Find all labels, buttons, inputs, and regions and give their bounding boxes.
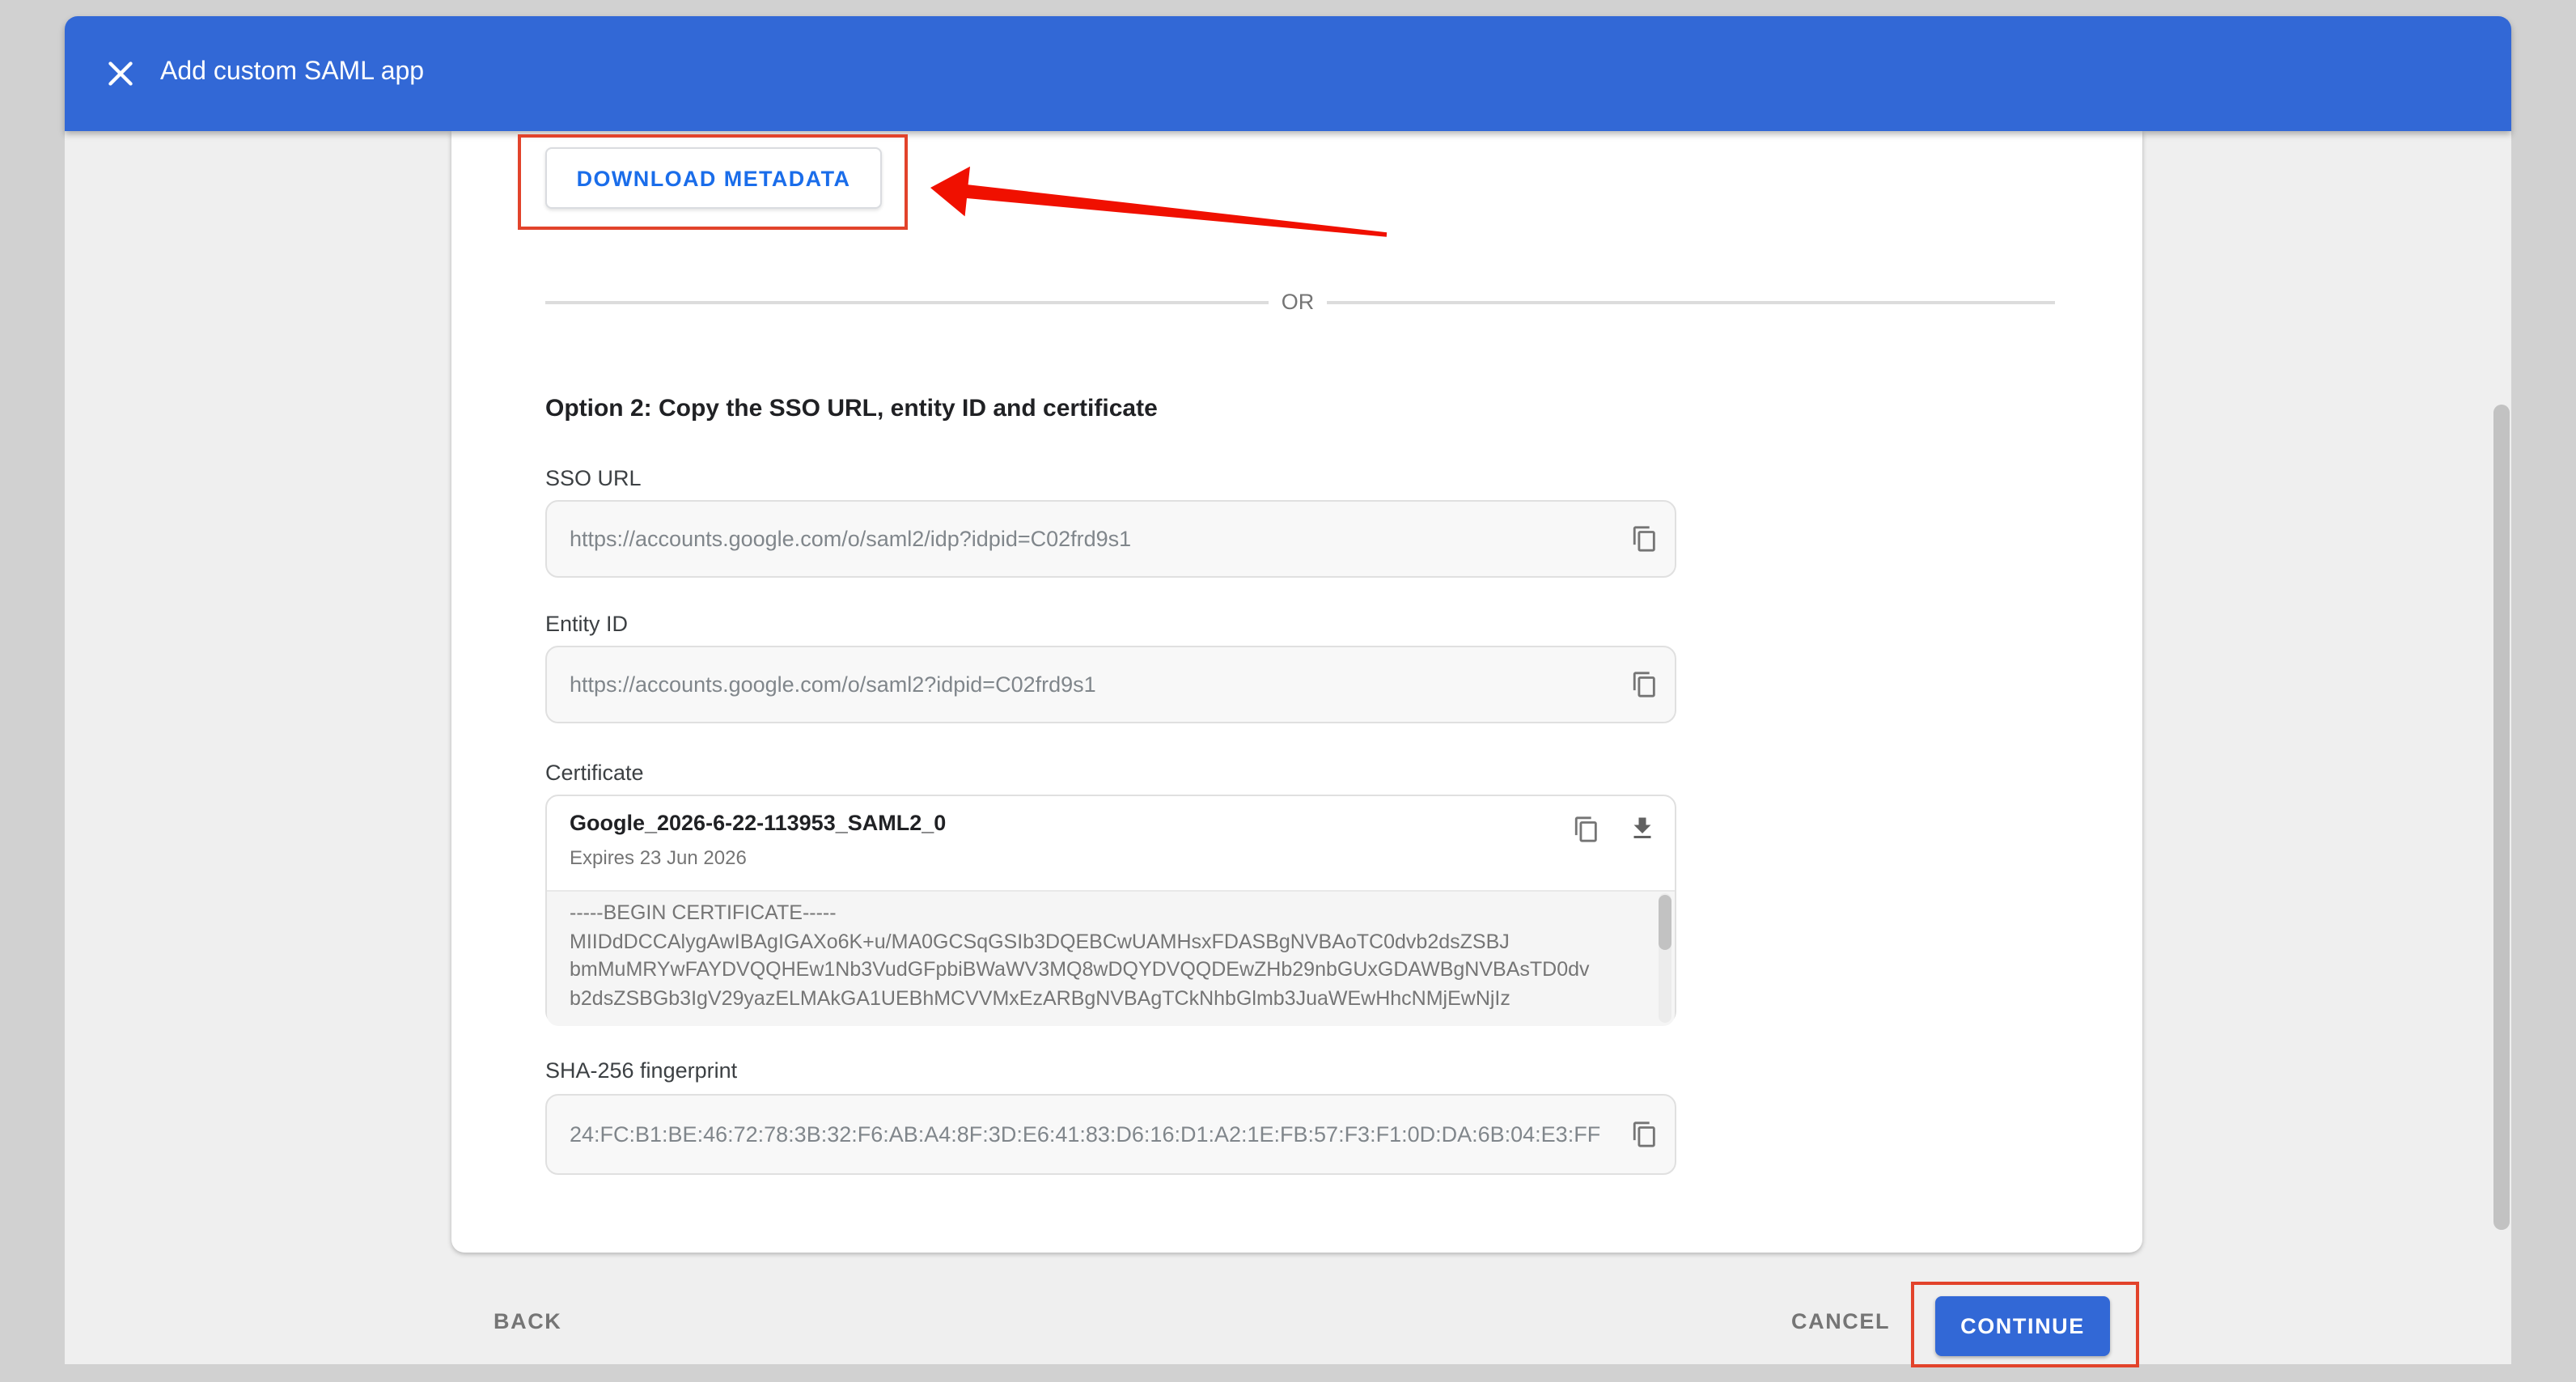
entity-id-label: Entity ID [545, 612, 628, 636]
certificate-line: -----BEGIN CERTIFICATE----- [547, 892, 1675, 928]
certificate-line: MIIDdDCCAlygAwIBAgIGAXo6K+u/MA0GCSqGSIb3… [547, 928, 1675, 956]
sha256-value: 24:FC:B1:BE:46:72:78:3B:32:F6:AB:A4:8F:3… [570, 1122, 1600, 1147]
annotation-box-continue [1911, 1282, 2139, 1367]
sso-url-field: https://accounts.google.com/o/saml2/idp?… [545, 500, 1676, 578]
copy-icon[interactable] [1631, 669, 1659, 700]
certificate-body: -----BEGIN CERTIFICATE----- MIIDdDCCAlyg… [547, 890, 1675, 1026]
certificate-name: Google_2026-6-22-113953_SAML2_0 [570, 811, 946, 835]
cancel-button[interactable]: CANCEL [1791, 1309, 1890, 1333]
divider-line [1327, 301, 2055, 303]
close-icon[interactable] [100, 53, 141, 94]
dialog-header: Add custom SAML app [65, 16, 2511, 131]
sso-url-value: https://accounts.google.com/o/saml2/idp?… [570, 527, 1131, 551]
copy-icon[interactable] [1573, 814, 1600, 845]
divider-or-label: OR [1269, 290, 1327, 314]
certificate-line: b2dsZSBGb3IgV29yazELMAkGA1UEBhMCVVMxEzAR… [547, 985, 1675, 1013]
copy-icon[interactable] [1631, 1119, 1659, 1150]
certificate-label: Certificate [545, 761, 644, 785]
dialog-scrollbar-thumb[interactable] [2493, 405, 2510, 1230]
download-icon[interactable] [1628, 814, 1657, 843]
copy-icon[interactable] [1631, 524, 1659, 554]
annotation-box-download [518, 134, 908, 230]
certificate-expiry: Expires 23 Jun 2026 [570, 846, 747, 869]
certificate-scrollbar-thumb[interactable] [1659, 895, 1671, 950]
option2-heading: Option 2: Copy the SSO URL, entity ID an… [545, 395, 1158, 422]
annotation-arrow-icon [922, 162, 1395, 243]
sso-url-label: SSO URL [545, 466, 642, 490]
entity-id-value: https://accounts.google.com/o/saml2?idpi… [570, 672, 1096, 697]
dialog-title: Add custom SAML app [160, 58, 424, 87]
back-button[interactable]: BACK [494, 1309, 561, 1333]
divider-line [545, 301, 1269, 303]
sha256-field: 24:FC:B1:BE:46:72:78:3B:32:F6:AB:A4:8F:3… [545, 1094, 1676, 1175]
certificate-line: bmMuMRYwFAYDVQQHEw1Nb3VudGFpbiBWaWV3MQ8w… [547, 956, 1675, 985]
entity-id-field: https://accounts.google.com/o/saml2?idpi… [545, 646, 1676, 723]
sha256-label: SHA-256 fingerprint [545, 1058, 737, 1083]
screen: Add custom SAML app DOWNLOAD METADATA OR… [0, 0, 2576, 1382]
certificate-card: Google_2026-6-22-113953_SAML2_0 Expires … [545, 795, 1676, 1024]
